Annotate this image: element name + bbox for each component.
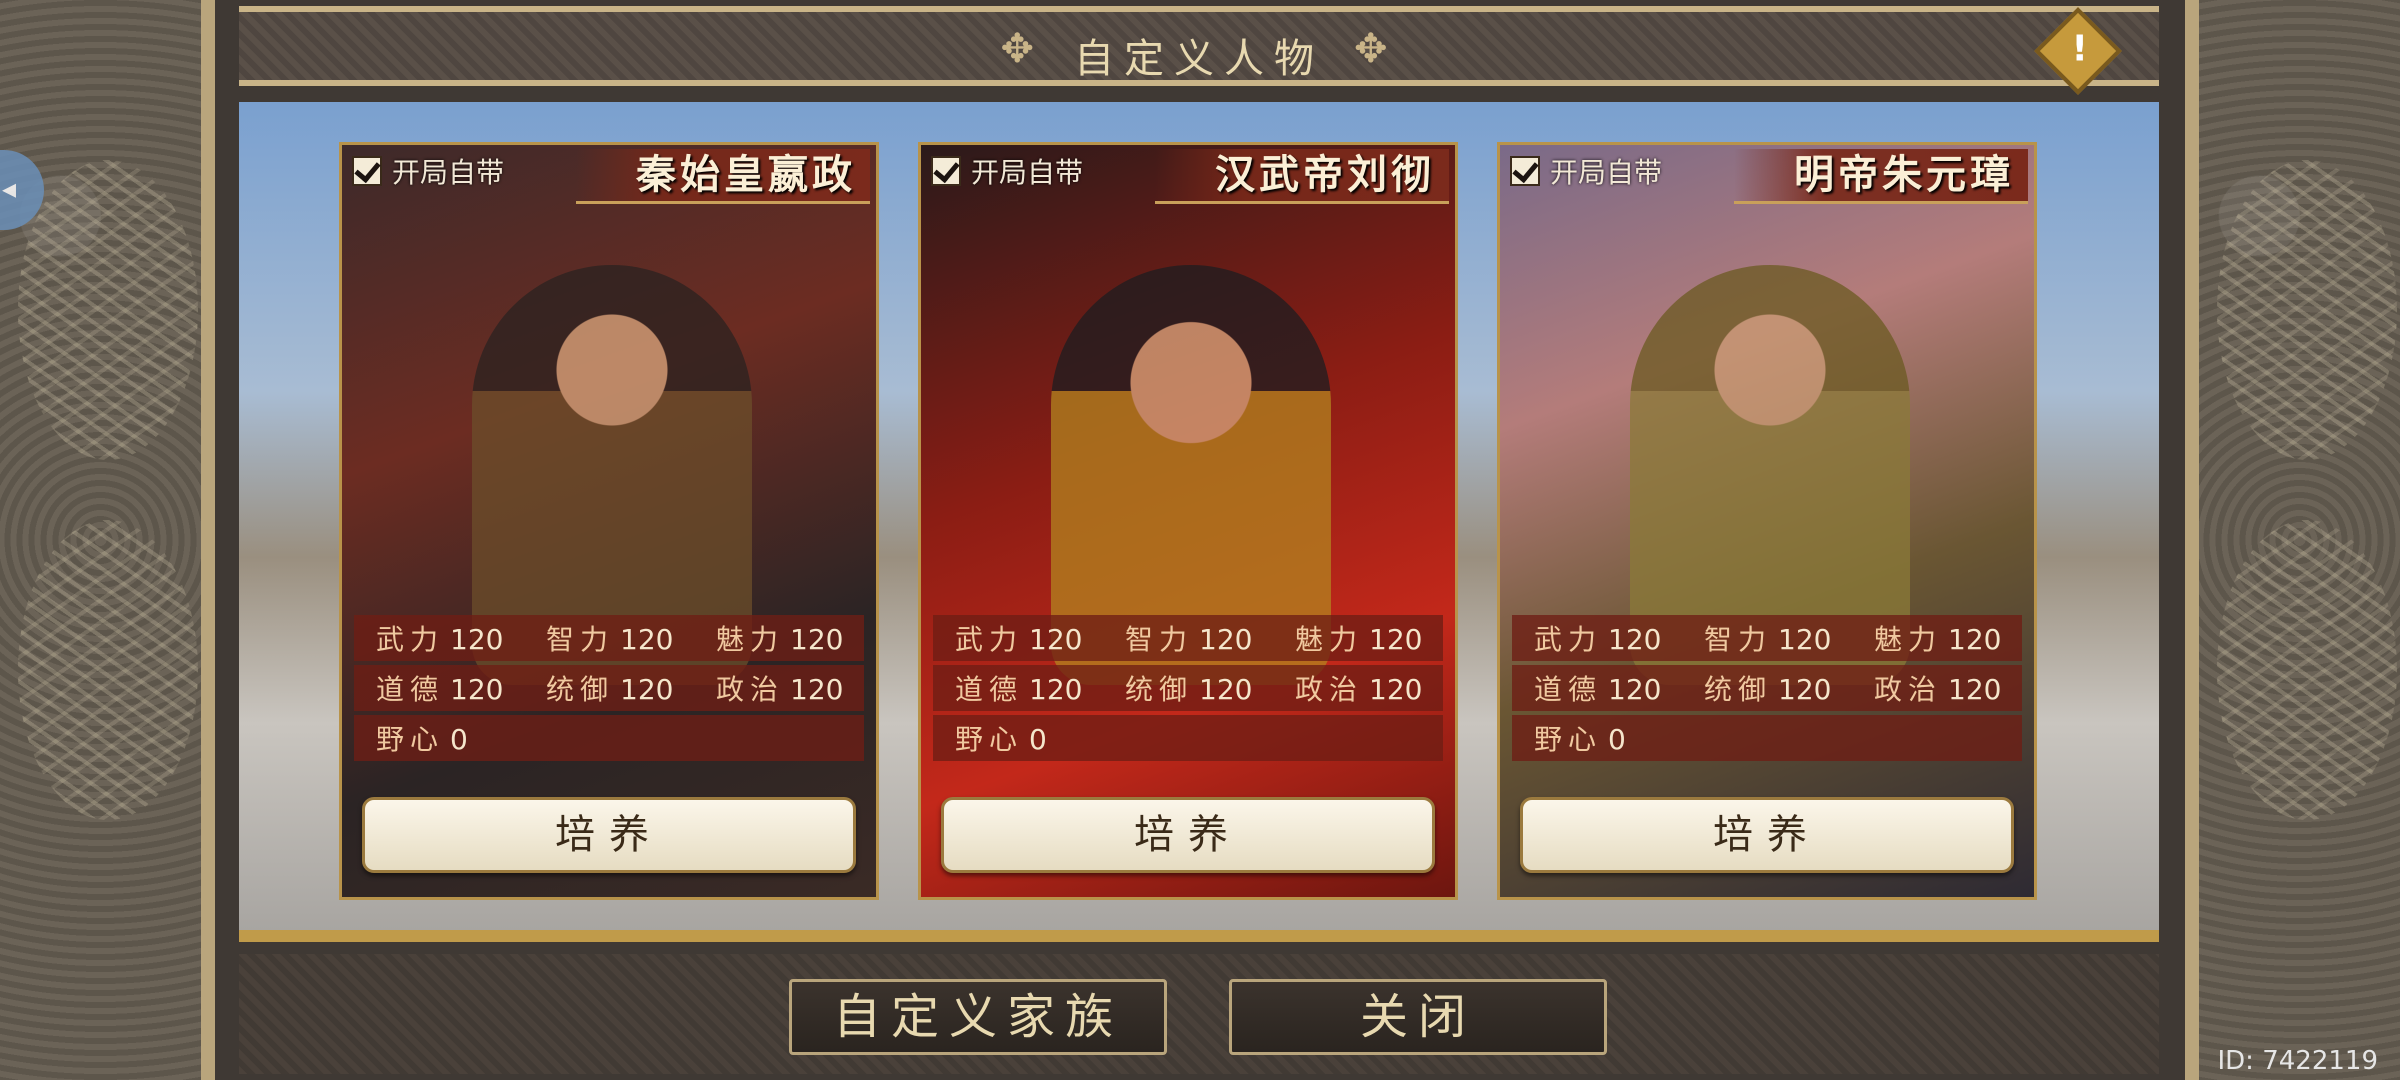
left-decor-panel: ◂ bbox=[0, 0, 215, 1080]
checkbox-checked-icon[interactable] bbox=[352, 156, 382, 186]
checkbox-label: 开局自带 bbox=[1550, 156, 1663, 189]
character-name: 秦始皇嬴政 bbox=[576, 149, 870, 204]
stat-morality: 道德 120 bbox=[376, 673, 504, 706]
stat-politics: 政治 120 bbox=[1295, 673, 1423, 706]
stats-panel: 武力 120 智力 120 魅力 120 道德 120 统御 120 政治 120 野心 0 bbox=[1512, 615, 2022, 765]
start-with-checkbox[interactable]: 开局自带 bbox=[931, 151, 1083, 191]
character-portrait bbox=[921, 145, 1455, 897]
stat-politics: 政治 120 bbox=[1874, 673, 2002, 706]
character-card: 开局自带 汉武帝刘彻 武力 120 智力 120 魅力 120 道德 120 统御 120… bbox=[918, 142, 1458, 900]
stat-row: 道德 120 统御 120 政治 120 bbox=[1512, 665, 2022, 711]
stat-ambition: 野心 0 bbox=[955, 723, 1047, 756]
checkbox-label: 开局自带 bbox=[392, 156, 505, 189]
right-decor-panel bbox=[2185, 0, 2400, 1080]
stat-politics: 政治 120 bbox=[716, 673, 844, 706]
close-button[interactable]: 关闭 bbox=[1229, 979, 1607, 1055]
stat-morality: 道德 120 bbox=[955, 673, 1083, 706]
character-name: 明帝朱元璋 bbox=[1734, 149, 2028, 204]
stat-force: 武力 120 bbox=[955, 623, 1083, 656]
stat-morality: 道德 120 bbox=[1534, 673, 1662, 706]
dragon-pattern bbox=[18, 520, 198, 820]
stat-command: 统御 120 bbox=[1704, 673, 1832, 706]
stat-charm: 魅力 120 bbox=[1874, 623, 2002, 656]
custom-family-button[interactable]: 自定义家族 bbox=[789, 979, 1167, 1055]
character-portrait bbox=[342, 145, 876, 897]
stats-panel: 武力 120 智力 120 魅力 120 道德 120 统御 120 政治 120 野心 0 bbox=[933, 615, 1443, 765]
stat-command: 统御 120 bbox=[1125, 673, 1253, 706]
dialog-title: ✥ 自定义人物 ✥ bbox=[239, 26, 2159, 84]
knot-ornament-icon: ✥ bbox=[1354, 26, 1398, 72]
stat-command: 统御 120 bbox=[546, 673, 674, 706]
stat-ambition: 野心 0 bbox=[1534, 723, 1626, 756]
stat-force: 武力 120 bbox=[376, 623, 504, 656]
title-bar: ✥ 自定义人物 ✥ ! bbox=[239, 6, 2159, 95]
train-button[interactable]: 培养 bbox=[362, 797, 856, 873]
footer-bar: 自定义家族 关闭 bbox=[239, 954, 2159, 1074]
stat-row: 野心 0 bbox=[354, 715, 864, 761]
checkbox-checked-icon[interactable] bbox=[931, 156, 961, 186]
stat-row: 武力 120 智力 120 魅力 120 bbox=[933, 615, 1443, 661]
player-id: ID: 7422119 bbox=[2217, 1046, 2378, 1076]
character-scene: 开局自带 秦始皇嬴政 武力 120 智力 120 魅力 120 道德 120 统御 120… bbox=[239, 102, 2159, 942]
stat-row: 武力 120 智力 120 魅力 120 bbox=[354, 615, 864, 661]
stats-panel: 武力 120 智力 120 魅力 120 道德 120 统御 120 政治 120 野心 0 bbox=[354, 615, 864, 765]
character-card: 开局自带 明帝朱元璋 武力 120 智力 120 魅力 120 道德 120 统御 120… bbox=[1497, 142, 2037, 900]
dragon-pattern bbox=[2217, 520, 2397, 820]
start-with-checkbox[interactable]: 开局自带 bbox=[352, 151, 504, 191]
stat-intelligence: 智力 120 bbox=[1125, 623, 1253, 656]
character-card: 开局自带 秦始皇嬴政 武力 120 智力 120 魅力 120 道德 120 统御 120… bbox=[339, 142, 879, 900]
stat-row: 道德 120 统御 120 政治 120 bbox=[933, 665, 1443, 711]
start-with-checkbox[interactable]: 开局自带 bbox=[1510, 151, 1662, 191]
character-name: 汉武帝刘彻 bbox=[1155, 149, 1449, 204]
stat-row: 武力 120 智力 120 魅力 120 bbox=[1512, 615, 2022, 661]
checkbox-label: 开局自带 bbox=[971, 156, 1084, 189]
train-button[interactable]: 培养 bbox=[1520, 797, 2014, 873]
stat-force: 武力 120 bbox=[1534, 623, 1662, 656]
dragon-pattern bbox=[18, 160, 198, 460]
stat-ambition: 野心 0 bbox=[376, 723, 468, 756]
main-panel: ✥ 自定义人物 ✥ ! 开局自带 秦始皇嬴政 武力 120 智力 120 魅力 120 道… bbox=[215, 0, 2185, 1080]
stat-row: 野心 0 bbox=[933, 715, 1443, 761]
stat-intelligence: 智力 120 bbox=[1704, 623, 1832, 656]
checkbox-checked-icon[interactable] bbox=[1510, 156, 1540, 186]
dragon-pattern bbox=[2217, 160, 2397, 460]
train-button[interactable]: 培养 bbox=[941, 797, 1435, 873]
stat-charm: 魅力 120 bbox=[716, 623, 844, 656]
stat-intelligence: 智力 120 bbox=[546, 623, 674, 656]
character-portrait bbox=[1500, 145, 2034, 897]
title-text: 自定义人物 bbox=[1074, 36, 1324, 82]
stat-row: 野心 0 bbox=[1512, 715, 2022, 761]
knot-ornament-icon: ✥ bbox=[1000, 26, 1044, 72]
stat-charm: 魅力 120 bbox=[1295, 623, 1423, 656]
stat-row: 道德 120 统御 120 政治 120 bbox=[354, 665, 864, 711]
